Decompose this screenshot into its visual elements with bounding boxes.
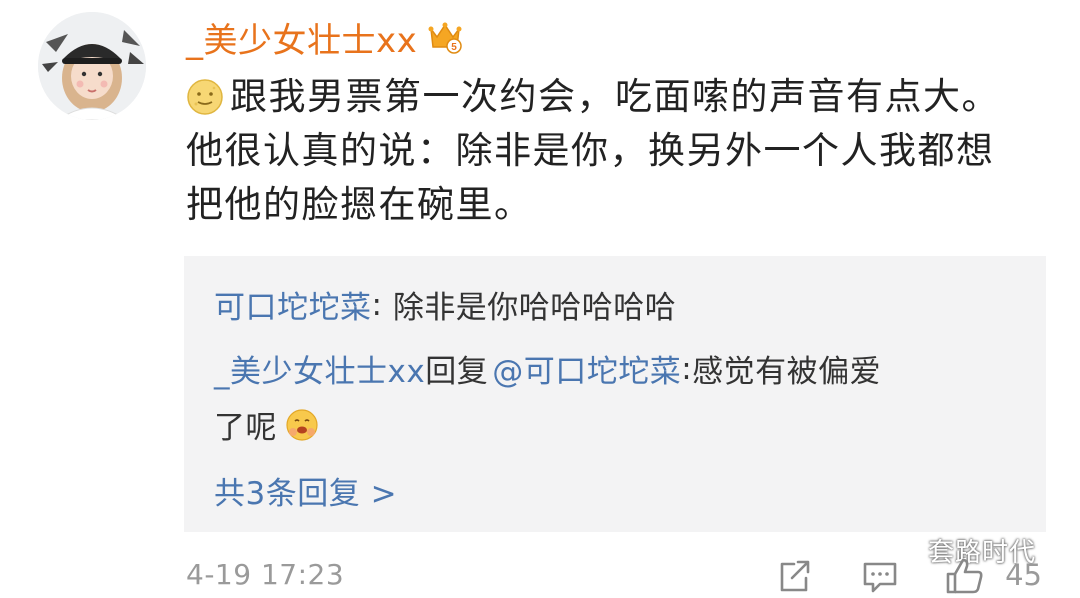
avatar[interactable] [38, 12, 146, 120]
comment-line-text: 跟我男票第一次约会，吃面嗦的声音有点大。 [230, 75, 1000, 118]
avatar-image [38, 12, 146, 120]
replies-panel[interactable]: 可口坨坨菜 : 除非是你哈哈哈哈哈 _美少女壮士xx 回复 @可口坨坨菜 : 感… [184, 256, 1046, 532]
svg-text:5: 5 [451, 42, 457, 53]
username[interactable]: _美少女壮士xx [186, 13, 417, 62]
comment-line-text: 把他的脸摁在碗里。 [186, 183, 533, 226]
reply-separator: : [371, 286, 393, 323]
reply-word: 回复 [425, 354, 489, 390]
comment-line-1: 跟我男票第一次约会，吃面嗦的声音有点大。 [186, 70, 1056, 124]
comment-icon[interactable] [860, 556, 900, 596]
like-icon[interactable] [944, 556, 984, 596]
username-row: _美少女壮士xx 5 [186, 12, 463, 62]
reply-item[interactable]: 可口坨坨菜 : 除非是你哈哈哈哈哈 [214, 282, 676, 327]
reply-mention[interactable]: @可口坨坨菜 [492, 346, 681, 391]
smiling-moon-emoji [187, 79, 223, 115]
more-replies-link[interactable]: 共3条回复 > [214, 468, 397, 513]
reply-author[interactable]: 可口坨坨菜 [214, 282, 372, 327]
comment-text: 跟我男票第一次约会，吃面嗦的声音有点大。 他很认真的说：除非是你，换另外一个人我… [186, 70, 1056, 232]
comment-line-2: 他很认真的说：除非是你，换另外一个人我都想 [186, 124, 1056, 178]
reply-author[interactable]: _美少女壮士xx [214, 346, 425, 391]
crown-vip-icon[interactable]: 5 [427, 19, 463, 55]
comment-footer: 4-19 17:23 45 [186, 556, 1046, 598]
timestamp: 4-19 17:23 [186, 558, 345, 591]
hugging-face-emoji [286, 408, 318, 441]
comment-card: _美少女壮士xx 5 跟我男票第一次约会，吃面嗦的声音有点大。 他很认真的说：除… [0, 0, 1080, 598]
comment-line-3: 把他的脸摁在碗里。 [186, 178, 1056, 232]
reply-separator: : [681, 350, 693, 387]
reply-text: 除非是你哈哈哈哈哈 [392, 290, 677, 326]
reply-text: 感觉有被偏爱 [692, 354, 882, 390]
comment-line-text: 他很认真的说：除非是你，换另外一个人我都想 [186, 129, 995, 172]
like-count: 45 [1005, 558, 1042, 592]
reply-item[interactable]: _美少女壮士xx 回复 @可口坨坨菜 : 感觉有被偏爱 [214, 346, 881, 391]
reply-item-continuation: 了呢 [214, 402, 319, 447]
reply-text: 了呢 [214, 410, 277, 446]
share-icon[interactable] [774, 556, 814, 596]
